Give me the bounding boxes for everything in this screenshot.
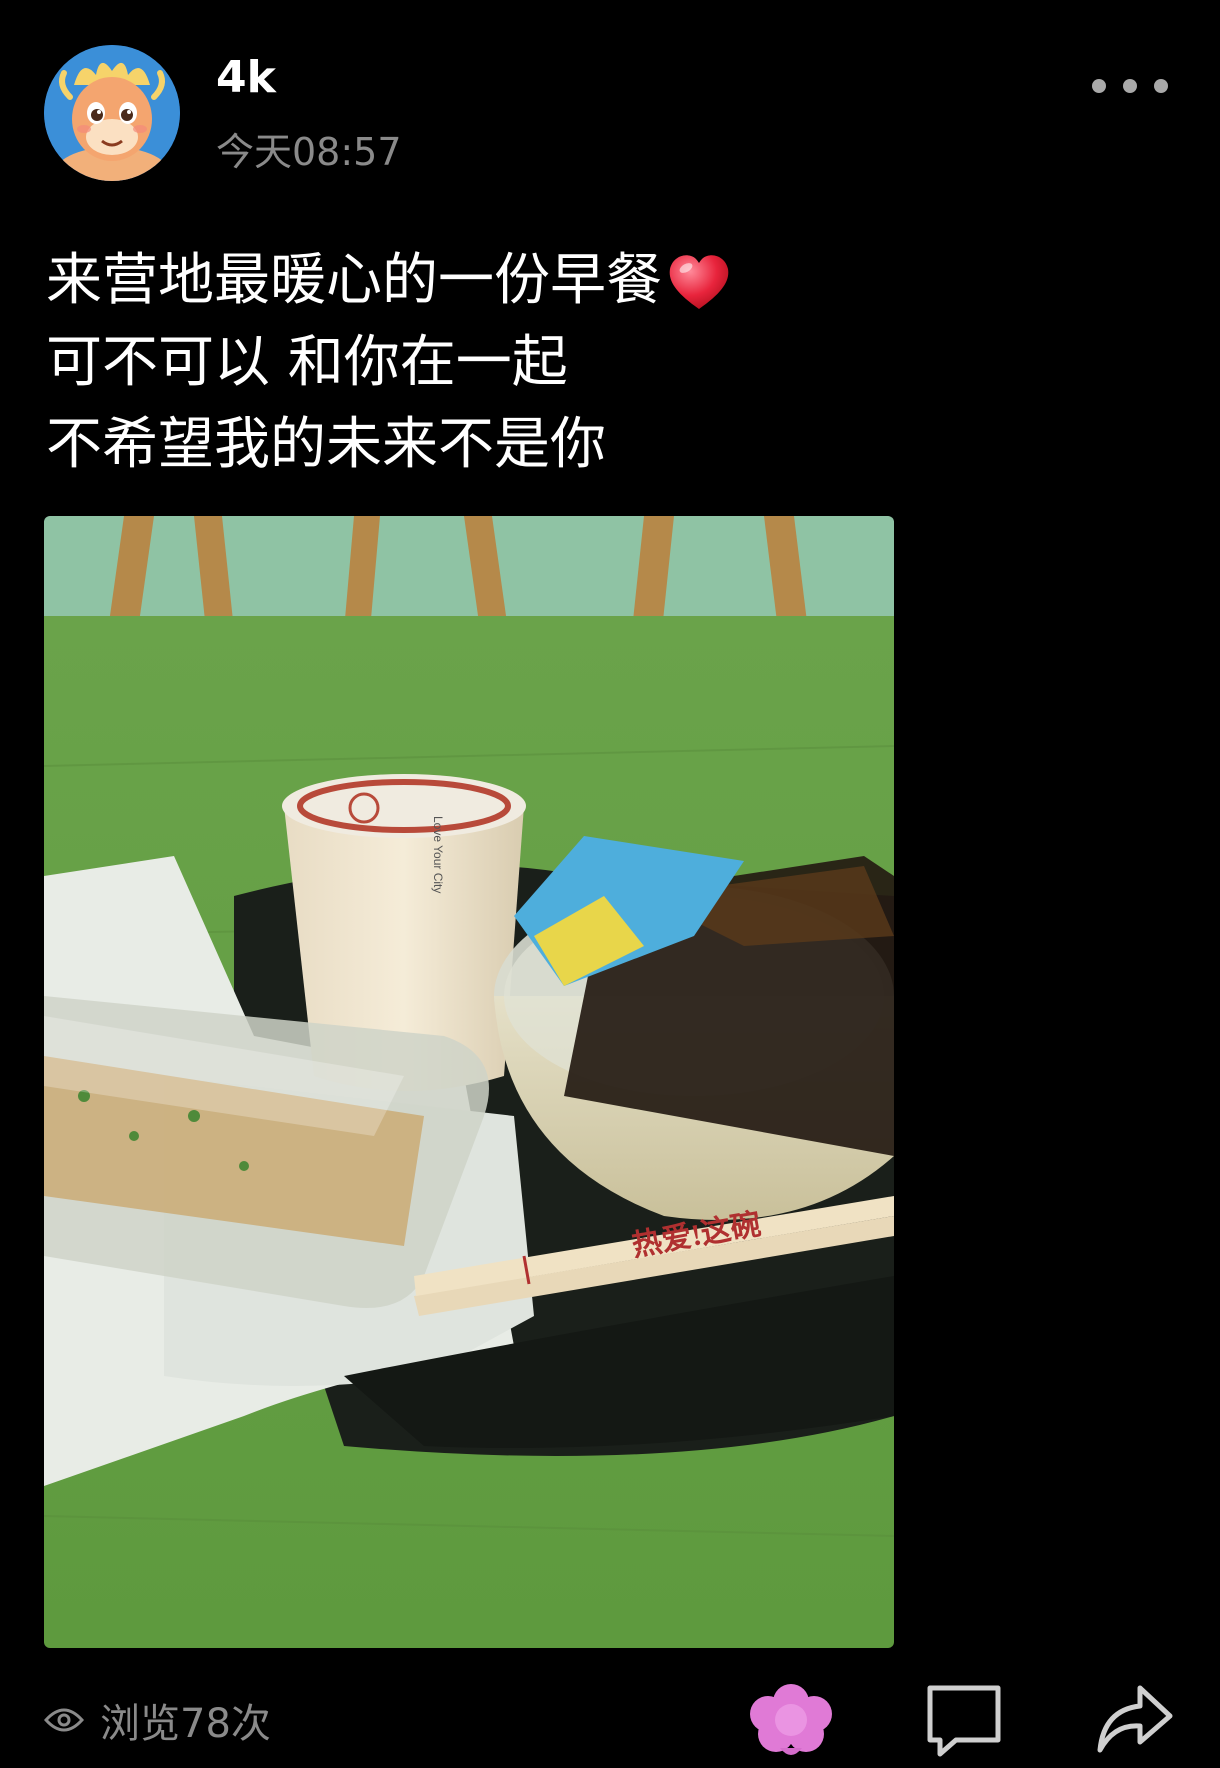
more-dot-icon: [1092, 79, 1106, 93]
more-options-button[interactable]: [1092, 66, 1168, 106]
post-footer: 浏览78次: [0, 1680, 1220, 1768]
svg-text:Love Your City: Love Your City: [431, 816, 445, 893]
post-photo[interactable]: Love Your City 热爱!这碗: [44, 516, 894, 1648]
eye-icon: [44, 1708, 84, 1732]
more-dot-icon: [1154, 79, 1168, 93]
post-line-1: 来营地最暖心的一份早餐: [46, 240, 1166, 322]
post-timestamp: 今天08:57: [216, 130, 402, 174]
share-button[interactable]: [1092, 1680, 1176, 1760]
post-header: 4k 今天08:57: [0, 0, 1220, 190]
flower-icon: [750, 1684, 832, 1755]
username[interactable]: 4k: [216, 50, 276, 106]
post-line-3: 不希望我的未来不是你: [46, 412, 606, 477]
view-count: 浏览78次: [44, 1680, 271, 1760]
avatar[interactable]: [44, 45, 180, 181]
more-dot-icon: [1123, 79, 1137, 93]
post-line-2: 可不可以 和你在一起: [46, 330, 568, 395]
post-line-1-text: 来营地最暖心的一份早餐: [46, 248, 662, 313]
share-icon: [1097, 1685, 1173, 1753]
post-body: 来营地最暖心的一份早餐 可不可以 和你在一起 不希望我的未来不是你: [46, 240, 1166, 486]
comment-button[interactable]: [922, 1680, 1006, 1760]
heart-icon: [666, 252, 732, 310]
views-label: 浏览78次: [100, 1701, 271, 1747]
flower-button[interactable]: [744, 1680, 838, 1764]
comment-icon: [927, 1685, 1001, 1757]
